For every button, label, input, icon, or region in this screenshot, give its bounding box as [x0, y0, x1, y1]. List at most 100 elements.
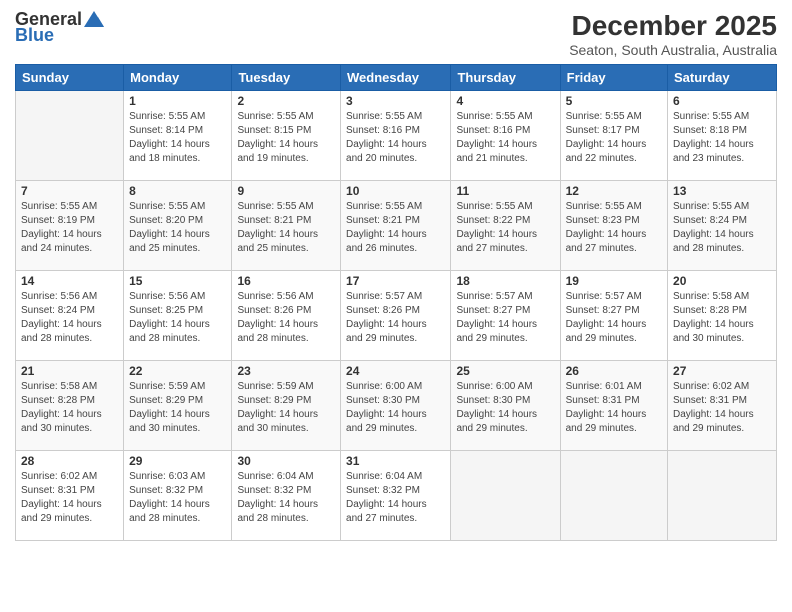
calendar-cell: 24 Sunrise: 6:00 AMSunset: 8:30 PMDayligh…: [341, 361, 451, 451]
day-number: 28: [21, 454, 118, 468]
day-header-friday: Friday: [560, 65, 667, 91]
week-row-5: 28 Sunrise: 6:02 AMSunset: 8:31 PMDayligh…: [16, 451, 777, 541]
day-header-sunday: Sunday: [16, 65, 124, 91]
day-number: 1: [129, 94, 226, 108]
day-number: 11: [456, 184, 554, 198]
day-info: Sunrise: 5:55 AMSunset: 8:23 PMDaylight:…: [566, 200, 662, 256]
day-number: 25: [456, 364, 554, 378]
day-number: 24: [346, 364, 445, 378]
day-info: Sunrise: 5:55 AMSunset: 8:21 PMDaylight:…: [346, 200, 445, 256]
calendar-cell: 14 Sunrise: 5:56 AMSunset: 8:24 PMDayligh…: [16, 271, 124, 361]
calendar-cell: 28 Sunrise: 6:02 AMSunset: 8:31 PMDayligh…: [16, 451, 124, 541]
day-info: Sunrise: 6:02 AMSunset: 8:31 PMDaylight:…: [673, 380, 771, 436]
calendar-cell: 4Sunrise: 5:55 AMSunset: 8:16 PMDaylight…: [451, 91, 560, 181]
logo-icon: [84, 11, 104, 27]
day-number: 14: [21, 274, 118, 288]
calendar-cell: 7 Sunrise: 5:55 AMSunset: 8:19 PMDaylight…: [16, 181, 124, 271]
calendar-cell: 3Sunrise: 5:55 AMSunset: 8:16 PMDaylight…: [341, 91, 451, 181]
calendar-cell: 18 Sunrise: 5:57 AMSunset: 8:27 PMDayligh…: [451, 271, 560, 361]
title-section: December 2025 Seaton, South Australia, A…: [569, 10, 777, 58]
day-header-tuesday: Tuesday: [232, 65, 341, 91]
day-number: 8: [129, 184, 226, 198]
calendar-cell: [668, 451, 777, 541]
day-number: 29: [129, 454, 226, 468]
location-title: Seaton, South Australia, Australia: [569, 42, 777, 58]
day-number: 15: [129, 274, 226, 288]
day-number: 10: [346, 184, 445, 198]
day-info: Sunrise: 5:55 AMSunset: 8:22 PMDaylight:…: [456, 200, 554, 256]
calendar-cell: 8Sunrise: 5:55 AMSunset: 8:20 PMDaylight…: [124, 181, 232, 271]
calendar-cell: 10 Sunrise: 5:55 AMSunset: 8:21 PMDayligh…: [341, 181, 451, 271]
month-title: December 2025: [569, 10, 777, 42]
calendar-cell: 22 Sunrise: 5:59 AMSunset: 8:29 PMDayligh…: [124, 361, 232, 451]
calendar-cell: 12Sunrise: 5:55 AMSunset: 8:23 PMDayligh…: [560, 181, 667, 271]
calendar-cell: 2 Sunrise: 5:55 AMSunset: 8:15 PMDaylight…: [232, 91, 341, 181]
calendar-cell: [16, 91, 124, 181]
day-info: Sunrise: 5:55 AMSunset: 8:14 PMDaylight:…: [129, 110, 226, 166]
day-info: Sunrise: 5:56 AMSunset: 8:24 PMDaylight:…: [21, 290, 118, 346]
logo-blue-text: Blue: [15, 26, 54, 44]
calendar-cell: 27 Sunrise: 6:02 AMSunset: 8:31 PMDayligh…: [668, 361, 777, 451]
day-info: Sunrise: 5:55 AMSunset: 8:21 PMDaylight:…: [237, 200, 335, 256]
logo: General Blue: [15, 10, 104, 44]
calendar-cell: 5Sunrise: 5:55 AMSunset: 8:17 PMDaylight…: [560, 91, 667, 181]
day-info: Sunrise: 5:55 AMSunset: 8:15 PMDaylight:…: [237, 110, 335, 166]
calendar-cell: 29 Sunrise: 6:03 AMSunset: 8:32 PMDayligh…: [124, 451, 232, 541]
day-info: Sunrise: 5:58 AMSunset: 8:28 PMDaylight:…: [673, 290, 771, 346]
day-info: Sunrise: 6:01 AMSunset: 8:31 PMDaylight:…: [566, 380, 662, 436]
calendar-cell: 30 Sunrise: 6:04 AMSunset: 8:32 PMDayligh…: [232, 451, 341, 541]
calendar-cell: 6Sunrise: 5:55 AMSunset: 8:18 PMDaylight…: [668, 91, 777, 181]
day-number: 26: [566, 364, 662, 378]
day-number: 2: [237, 94, 335, 108]
calendar-cell: 9 Sunrise: 5:55 AMSunset: 8:21 PMDaylight…: [232, 181, 341, 271]
day-info: Sunrise: 5:57 AMSunset: 8:27 PMDaylight:…: [456, 290, 554, 346]
day-info: Sunrise: 5:59 AMSunset: 8:29 PMDaylight:…: [129, 380, 226, 436]
calendar-cell: 25 Sunrise: 6:00 AMSunset: 8:30 PMDayligh…: [451, 361, 560, 451]
calendar-cell: 11 Sunrise: 5:55 AMSunset: 8:22 PMDayligh…: [451, 181, 560, 271]
day-info: Sunrise: 6:02 AMSunset: 8:31 PMDaylight:…: [21, 470, 118, 526]
calendar-table: SundayMondayTuesdayWednesdayThursdayFrid…: [15, 64, 777, 541]
day-info: Sunrise: 6:03 AMSunset: 8:32 PMDaylight:…: [129, 470, 226, 526]
week-row-1: 1 Sunrise: 5:55 AMSunset: 8:14 PMDaylight…: [16, 91, 777, 181]
day-info: Sunrise: 5:57 AMSunset: 8:27 PMDaylight:…: [566, 290, 662, 346]
day-info: Sunrise: 5:55 AMSunset: 8:18 PMDaylight:…: [673, 110, 771, 166]
day-info: Sunrise: 5:55 AMSunset: 8:17 PMDaylight:…: [566, 110, 662, 166]
week-row-2: 7 Sunrise: 5:55 AMSunset: 8:19 PMDaylight…: [16, 181, 777, 271]
day-number: 18: [456, 274, 554, 288]
day-header-saturday: Saturday: [668, 65, 777, 91]
day-number: 23: [237, 364, 335, 378]
day-info: Sunrise: 5:55 AMSunset: 8:24 PMDaylight:…: [673, 200, 771, 256]
calendar-cell: 26 Sunrise: 6:01 AMSunset: 8:31 PMDayligh…: [560, 361, 667, 451]
day-number: 27: [673, 364, 771, 378]
days-header-row: SundayMondayTuesdayWednesdayThursdayFrid…: [16, 65, 777, 91]
calendar-cell: 21Sunrise: 5:58 AMSunset: 8:28 PMDayligh…: [16, 361, 124, 451]
calendar-cell: 15 Sunrise: 5:56 AMSunset: 8:25 PMDayligh…: [124, 271, 232, 361]
day-number: 9: [237, 184, 335, 198]
calendar-cell: 31Sunrise: 6:04 AMSunset: 8:32 PMDayligh…: [341, 451, 451, 541]
week-row-4: 21Sunrise: 5:58 AMSunset: 8:28 PMDayligh…: [16, 361, 777, 451]
calendar-cell: [560, 451, 667, 541]
header: General Blue December 2025 Seaton, South…: [15, 10, 777, 58]
day-number: 16: [237, 274, 335, 288]
day-number: 22: [129, 364, 226, 378]
calendar-cell: 20Sunrise: 5:58 AMSunset: 8:28 PMDayligh…: [668, 271, 777, 361]
day-number: 7: [21, 184, 118, 198]
page-container: General Blue December 2025 Seaton, South…: [0, 0, 792, 551]
day-info: Sunrise: 5:55 AMSunset: 8:16 PMDaylight:…: [456, 110, 554, 166]
day-number: 13: [673, 184, 771, 198]
calendar-cell: [451, 451, 560, 541]
calendar-cell: 23 Sunrise: 5:59 AMSunset: 8:29 PMDayligh…: [232, 361, 341, 451]
day-number: 17: [346, 274, 445, 288]
calendar-cell: 17 Sunrise: 5:57 AMSunset: 8:26 PMDayligh…: [341, 271, 451, 361]
day-info: Sunrise: 6:04 AMSunset: 8:32 PMDaylight:…: [237, 470, 335, 526]
day-header-thursday: Thursday: [451, 65, 560, 91]
day-header-monday: Monday: [124, 65, 232, 91]
day-info: Sunrise: 6:00 AMSunset: 8:30 PMDaylight:…: [346, 380, 445, 436]
day-number: 30: [237, 454, 335, 468]
day-info: Sunrise: 5:57 AMSunset: 8:26 PMDaylight:…: [346, 290, 445, 346]
calendar-cell: 19Sunrise: 5:57 AMSunset: 8:27 PMDayligh…: [560, 271, 667, 361]
day-info: Sunrise: 5:56 AMSunset: 8:25 PMDaylight:…: [129, 290, 226, 346]
day-info: Sunrise: 6:00 AMSunset: 8:30 PMDaylight:…: [456, 380, 554, 436]
day-info: Sunrise: 5:55 AMSunset: 8:19 PMDaylight:…: [21, 200, 118, 256]
day-info: Sunrise: 5:59 AMSunset: 8:29 PMDaylight:…: [237, 380, 335, 436]
